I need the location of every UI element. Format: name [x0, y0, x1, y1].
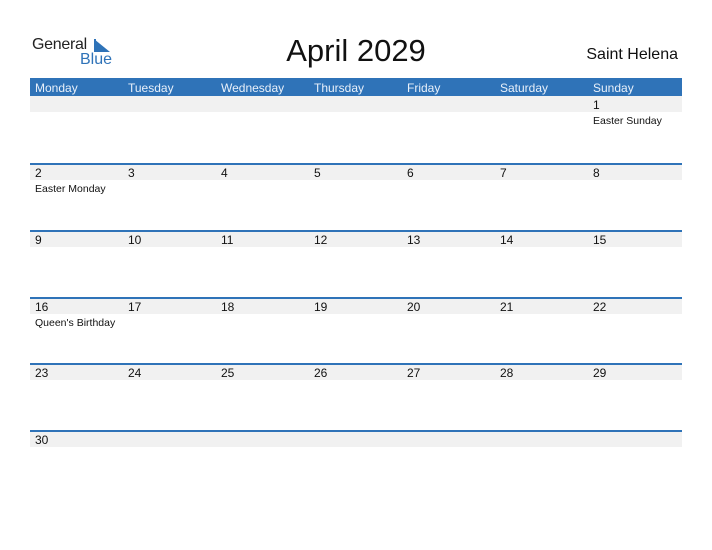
day-number: 5: [314, 166, 321, 180]
weekday-tuesday: Tuesday: [128, 81, 174, 95]
day-number: 19: [314, 300, 328, 314]
day-number: 16: [35, 300, 49, 314]
day-number: 27: [407, 366, 421, 380]
day-number: 4: [221, 166, 228, 180]
day-number: 13: [407, 233, 421, 247]
date-band: [30, 431, 682, 447]
day-number: 18: [221, 300, 235, 314]
day-number: 22: [593, 300, 607, 314]
day-number: 25: [221, 366, 235, 380]
day-number: 8: [593, 166, 600, 180]
day-number: 2: [35, 166, 42, 180]
day-number: 6: [407, 166, 414, 180]
weekday-thursday: Thursday: [314, 81, 365, 95]
day-number: 9: [35, 233, 42, 247]
weekday-monday: Monday: [35, 81, 78, 95]
day-number: 10: [128, 233, 142, 247]
holiday-label: Easter Sunday: [593, 115, 662, 127]
day-number: 17: [128, 300, 142, 314]
day-number: 24: [128, 366, 142, 380]
weekday-friday: Friday: [407, 81, 441, 95]
week-divider: [30, 230, 682, 232]
day-number: 29: [593, 366, 607, 380]
holiday-label: Queen's Birthday: [35, 317, 116, 329]
day-number: 12: [314, 233, 328, 247]
week-divider: [30, 363, 682, 365]
country-label: Saint Helena: [586, 46, 678, 63]
day-number: 30: [35, 433, 49, 447]
week-divider: [30, 297, 682, 299]
day-number: 1: [593, 98, 600, 112]
day-number: 7: [500, 166, 507, 180]
day-number: 3: [128, 166, 135, 180]
day-number: 21: [500, 300, 514, 314]
holiday-label: Easter Monday: [35, 183, 106, 195]
weekday-header: Monday Tuesday Wednesday Thursday Friday…: [30, 78, 682, 96]
date-band: [30, 96, 682, 112]
day-number: 28: [500, 366, 514, 380]
day-number: 14: [500, 233, 514, 247]
day-number: 26: [314, 366, 328, 380]
day-number: 23: [35, 366, 49, 380]
week-divider: [30, 430, 682, 432]
weekday-saturday: Saturday: [500, 81, 549, 95]
week-divider: [30, 163, 682, 165]
weekday-sunday: Sunday: [593, 81, 634, 95]
weekday-wednesday: Wednesday: [221, 81, 285, 95]
day-number: 11: [221, 233, 234, 247]
day-number: 15: [593, 233, 607, 247]
day-number: 20: [407, 300, 421, 314]
